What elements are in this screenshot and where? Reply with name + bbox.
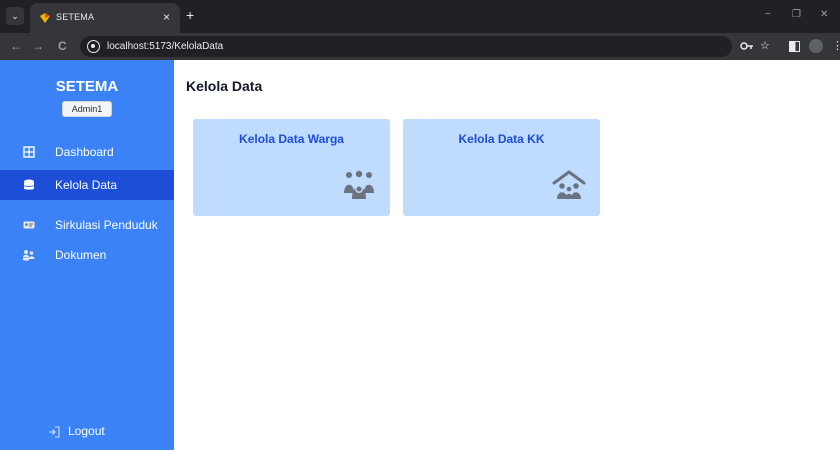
url-text[interactable]: localhost:5173/KelolaData xyxy=(107,41,223,52)
table-icon xyxy=(23,146,35,158)
back-icon[interactable]: ← xyxy=(10,39,22,53)
document-users-icon xyxy=(23,250,35,261)
logout-icon xyxy=(49,426,60,438)
restore-icon[interactable]: ❐ xyxy=(792,9,801,20)
sidebar-item-label: Sirkulasi Penduduk xyxy=(55,218,158,232)
reload-icon[interactable]: C xyxy=(58,39,67,53)
database-icon xyxy=(23,179,35,190)
tab-search-button[interactable]: ⌄ xyxy=(6,7,24,25)
card-title: Kelola Data KK xyxy=(458,132,545,146)
sidebar-item-dashboard[interactable]: Dashboard xyxy=(0,137,174,167)
browser-toolbar: ← → C localhost:5173/KelolaData ☆ ⋮ xyxy=(0,33,840,60)
address-bar[interactable]: localhost:5173/KelolaData xyxy=(80,36,732,57)
house-family-icon xyxy=(552,170,586,199)
card-kelola-data-warga[interactable]: Kelola Data Warga xyxy=(193,119,390,216)
favicon-icon xyxy=(40,13,50,23)
user-badge: Admin1 xyxy=(62,101,112,117)
bookmark-star-icon[interactable]: ☆ xyxy=(760,39,770,53)
profile-avatar[interactable] xyxy=(809,39,823,53)
new-tab-button[interactable]: + xyxy=(186,8,194,22)
browser-tab[interactable]: SETEMA × xyxy=(30,3,180,33)
close-window-icon[interactable]: ✕ xyxy=(820,9,828,20)
card-kelola-data-kk[interactable]: Kelola Data KK xyxy=(403,119,600,216)
brand-title: SETEMA xyxy=(55,78,119,95)
id-card-icon xyxy=(23,221,35,229)
logout-label: Logout xyxy=(68,424,105,438)
forward-icon[interactable]: → xyxy=(32,39,44,53)
minimize-icon[interactable]: − xyxy=(765,9,771,20)
menu-icon[interactable]: ⋮ xyxy=(832,39,840,53)
sidebar-item-kelola-data[interactable]: Kelola Data xyxy=(0,170,174,200)
browser-tab-bar: ⌄ SETEMA × + − ❐ ✕ xyxy=(0,0,840,33)
sidebar-item-dokumen[interactable]: Dokumen xyxy=(0,240,174,270)
tab-close-icon[interactable]: × xyxy=(163,10,170,24)
page-title: Kelola Data xyxy=(186,78,263,94)
password-key-icon[interactable] xyxy=(740,41,754,51)
people-group-icon xyxy=(344,170,374,199)
side-panel-icon[interactable] xyxy=(789,41,800,52)
site-info-icon[interactable] xyxy=(87,40,100,53)
tab-title: SETEMA xyxy=(56,12,95,22)
sidebar: SETEMA Admin1 Dashboard Kelola Data Sirk… xyxy=(0,60,174,450)
sidebar-item-label: Kelola Data xyxy=(55,178,118,192)
sidebar-item-label: Dashboard xyxy=(55,145,114,159)
card-title: Kelola Data Warga xyxy=(239,132,344,146)
sidebar-item-label: Dokumen xyxy=(55,248,107,262)
sidebar-item-sirkulasi-penduduk[interactable]: Sirkulasi Penduduk xyxy=(0,210,174,240)
